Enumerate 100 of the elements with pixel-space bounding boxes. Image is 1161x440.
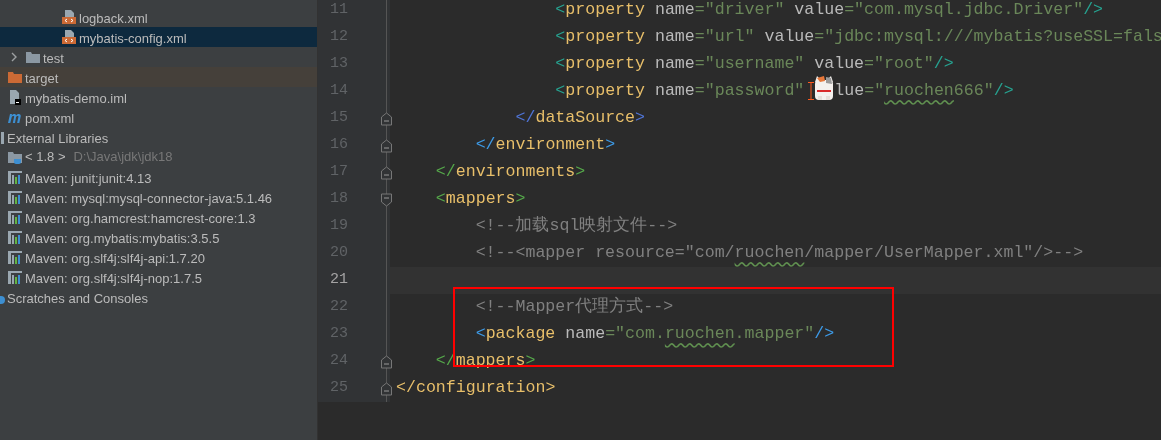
item-label: Maven: org.hamcrest:hamcrest-core:1.3 bbox=[25, 210, 256, 228]
item-label: External Libraries bbox=[7, 130, 109, 148]
tree-item[interactable]: Maven: org.mybatis:mybatis:3.5.5 bbox=[0, 227, 317, 247]
item-label: < 1.8 > bbox=[25, 148, 66, 167]
code-text: name bbox=[653, 0, 695, 22]
code-text: <!--Mapper代理方式--> bbox=[474, 296, 674, 319]
jdk-folder-icon bbox=[7, 149, 23, 165]
fold-marker-icon[interactable] bbox=[380, 166, 393, 180]
code-text: </ bbox=[396, 377, 416, 400]
code-text: property bbox=[565, 26, 645, 49]
code-text: < bbox=[554, 26, 566, 49]
code-text: value bbox=[793, 0, 845, 22]
code-text: value bbox=[813, 53, 865, 76]
code-text: value bbox=[763, 26, 815, 49]
code-text: < bbox=[434, 188, 446, 211]
code-text: < bbox=[554, 0, 566, 22]
code-text: > bbox=[525, 350, 536, 373]
code-text: > bbox=[515, 188, 526, 211]
item-label: logback.xml bbox=[79, 10, 148, 28]
code-text: property bbox=[565, 80, 645, 103]
code-text: name bbox=[653, 53, 695, 76]
code-text: ="username" bbox=[694, 53, 805, 76]
folder-icon bbox=[7, 69, 23, 85]
folder-icon bbox=[25, 49, 41, 65]
item-label: mybatis-demo.iml bbox=[25, 90, 127, 108]
code-text: configuration bbox=[415, 377, 546, 400]
code-text: > bbox=[605, 134, 616, 157]
fold-marker-icon[interactable] bbox=[380, 355, 393, 369]
tree-item[interactable]: test bbox=[0, 47, 317, 67]
tree-item[interactable]: Maven: org.hamcrest:hamcrest-core:1.3 bbox=[0, 207, 317, 227]
item-label: Maven: org.slf4j:slf4j-api:1.7.20 bbox=[25, 250, 205, 268]
code-text: </ bbox=[474, 134, 496, 157]
code-text: name bbox=[653, 26, 695, 49]
code-text: ="driver" bbox=[694, 0, 785, 22]
code-text: /> bbox=[933, 53, 954, 76]
code-text: property bbox=[565, 53, 645, 76]
code-text: mappers bbox=[445, 188, 516, 211]
fold-marker-icon[interactable] bbox=[380, 139, 393, 153]
code-text: dataSource bbox=[535, 107, 635, 130]
code-text: name bbox=[564, 323, 606, 346]
item-label: mybatis-config.xml bbox=[79, 30, 187, 48]
tree-item[interactable]: Maven: junit:junit:4.13 bbox=[0, 167, 317, 187]
item-path: D:\Java\jdk\jdk18 bbox=[73, 148, 173, 167]
item-label: Maven: mysql:mysql-connector-java:5.1.46 bbox=[25, 190, 273, 208]
item-label: pom.xml bbox=[25, 110, 75, 128]
code-text: <!--<mapper resource="com/ bbox=[474, 242, 735, 265]
fold-marker-icon[interactable] bbox=[380, 382, 393, 396]
tree-item[interactable]: < 1.8 > D:\Java\jdk\jdk18 bbox=[0, 147, 317, 167]
tree-item[interactable]: mybatis-demo.iml bbox=[0, 87, 317, 107]
tree-item[interactable]: logback.xml bbox=[0, 7, 317, 27]
code-text: package bbox=[485, 323, 556, 346]
item-label: Maven: org.mybatis:mybatis:3.5.5 bbox=[25, 230, 220, 248]
fold-marker-icon[interactable] bbox=[380, 193, 393, 207]
code-text: <!--加载sql映射文件--> bbox=[474, 215, 678, 238]
tree-item[interactable]: Maven: org.slf4j:slf4j-nop:1.7.5 bbox=[0, 267, 317, 287]
code-text: ="com. bbox=[605, 323, 665, 346]
code-text: > bbox=[635, 107, 645, 130]
code-text: /mapper/UserMapper.xml"/>--> bbox=[804, 242, 1084, 265]
tree-item[interactable]: Maven: mysql:mysql-connector-java:5.1.46 bbox=[0, 187, 317, 207]
code-text: /> bbox=[993, 80, 1014, 103]
tree-item[interactable]: Scratches and Consoles bbox=[0, 287, 317, 307]
tree-item[interactable]: Maven: org.slf4j:slf4j-api:1.7.20 bbox=[0, 247, 317, 267]
fold-marker-icon[interactable] bbox=[380, 112, 393, 126]
code-text: > bbox=[545, 377, 556, 400]
text-cursor-icon bbox=[808, 82, 815, 101]
item-label: test bbox=[43, 50, 64, 68]
code-text: </ bbox=[514, 107, 536, 130]
module-file-icon bbox=[7, 89, 23, 105]
code-text: </ bbox=[434, 161, 456, 184]
code-text: ruochen bbox=[664, 323, 735, 346]
tree-item[interactable]: External Libraries bbox=[0, 127, 317, 147]
code-text: property bbox=[565, 0, 645, 22]
code-text: < bbox=[554, 80, 566, 103]
code-text: /> bbox=[1083, 0, 1104, 22]
code-text: ruochen bbox=[734, 242, 805, 265]
code-text: .mapper" bbox=[734, 323, 815, 346]
item-label: target bbox=[25, 70, 59, 88]
line-number: 21 bbox=[329, 270, 348, 291]
tree-item[interactable]: target bbox=[0, 67, 317, 87]
code-text: ="url" bbox=[694, 26, 755, 49]
code-text: ="jdbc:mysql:///mybatis?useSSL=fals bbox=[814, 26, 1161, 49]
code-text: lue bbox=[834, 80, 865, 103]
tree-item[interactable]: pom.xml bbox=[0, 107, 317, 127]
tree-item[interactable]: mybatis-config.xml bbox=[0, 27, 317, 47]
code-text: > bbox=[575, 161, 586, 184]
code-text: environments bbox=[455, 161, 576, 184]
item-label: Maven: org.slf4j:slf4j-nop:1.7.5 bbox=[25, 270, 203, 288]
code-text: /> bbox=[814, 323, 835, 346]
code-text: ="password" bbox=[694, 80, 805, 103]
code-text: < bbox=[554, 53, 566, 76]
code-text: environment bbox=[495, 134, 606, 157]
code-text: =" bbox=[864, 80, 885, 103]
xml-file-icon bbox=[61, 9, 77, 25]
code-text: ="root" bbox=[864, 53, 934, 76]
code-text: ="com.mysql.jdbc.Driver" bbox=[844, 0, 1084, 22]
code-text: < bbox=[474, 323, 486, 346]
code-text: 666" bbox=[953, 80, 994, 103]
code-text: ruochen bbox=[884, 80, 954, 103]
xml-file-icon bbox=[61, 29, 77, 45]
item-label: Scratches and Consoles bbox=[7, 290, 148, 308]
